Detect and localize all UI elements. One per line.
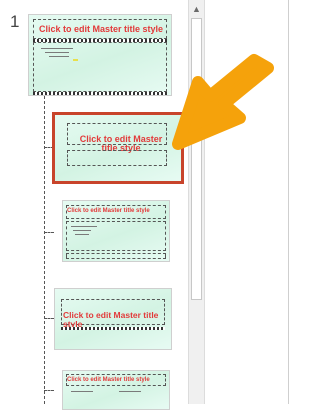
placeholder-border [61,327,165,330]
content-placeholder [33,42,167,92]
slide-number: 1 [10,12,20,31]
slide-master-thumbnail[interactable]: Click to edit Master title style [28,14,172,96]
layout-thumbnail-title-content[interactable]: Click to edit Master title style [62,200,170,262]
tree-connector [44,96,45,404]
tree-connector [44,318,54,319]
placeholder-border [33,92,167,95]
bullet-line [73,230,91,231]
layout-thumbnail-title-slide[interactable]: Click to edit Master title style [52,112,184,184]
vertical-scrollbar[interactable]: ▲ [188,0,205,404]
scroll-thumb[interactable] [191,18,202,300]
layout-thumbnail-section-header[interactable]: Click to edit Master title style [54,288,172,350]
bullet-highlight [73,59,78,61]
layout-title: Click to edit Master title style [67,377,150,383]
subtitle-placeholder [67,150,167,166]
tree-connector [44,147,54,148]
master-title: Click to edit Master title style [39,24,164,34]
slide-thumbnail-pane: 1 Click to edit Master title style Click… [0,0,289,410]
bullet-line [75,234,89,235]
layout-thumbnail-two-content[interactable]: Click to edit Master title style [62,370,170,410]
bullet-line [71,226,97,227]
tree-connector [44,232,54,233]
bullet-line [71,391,93,392]
footer-placeholder [66,253,166,259]
bullet-line [45,52,69,53]
bullet-line [49,56,69,57]
layout-title: Click to edit Master title style [67,208,150,214]
bullet-line [41,48,73,49]
bullet-line [119,391,141,392]
scroll-up-arrow-icon[interactable]: ▲ [189,0,204,17]
tree-connector [44,390,54,391]
